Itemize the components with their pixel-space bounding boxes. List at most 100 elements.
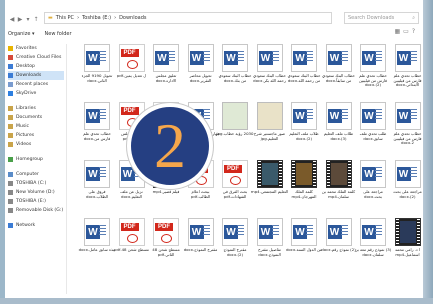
nav-item[interactable]: Computer (8, 170, 64, 179)
file-item[interactable]: W مقترح النموذج.docx (183, 218, 219, 270)
back-arrow-icon[interactable]: ◀ (8, 14, 16, 24)
nav-item[interactable]: SkyDrive (8, 89, 64, 98)
file-item[interactable]: W تحويل محاضر التقرير.docx (183, 44, 219, 96)
drive-icon (8, 181, 13, 186)
file-item[interactable]: W تعليق مجلس الاداره.docx (148, 44, 184, 96)
word-document-icon: W (394, 160, 421, 188)
nav-item[interactable]: Removable Disk (G:) (8, 206, 64, 215)
word-document-icon: W (153, 44, 179, 72)
file-name: خطاب البنك سعودي من سابقاً.docx (322, 74, 355, 83)
file-name: طلاب ملف التعليم (2).docx (289, 132, 319, 141)
pdf-document-icon: PDF (118, 44, 145, 72)
file-item[interactable]: ا د. رامي محمد اسماعيل.mp4 (390, 218, 426, 270)
file-item[interactable]: صور ماجستير شرح التعليم.jpg (252, 102, 288, 154)
word-document-icon: W (256, 218, 283, 246)
file-item[interactable]: PDF مسطح شحن 48.pdf (114, 218, 150, 270)
file-name: فيلم قصير.mp4 (152, 190, 180, 194)
file-item[interactable]: التعليم المجتمعي.mp4 (251, 160, 288, 212)
file-item[interactable]: W خطاب تحدي علم فارس من فيليبين الابتدائي… (390, 44, 426, 96)
change-view-icon[interactable]: ▦ (394, 28, 400, 35)
file-item[interactable]: W خطاب البنك سعودي من بنك.docx (217, 44, 253, 96)
nav-item[interactable]: Creative Cloud Files (8, 53, 64, 62)
file-item[interactable]: PDF بحث الفرق في الشهادات.pdf (217, 160, 253, 212)
nav-item[interactable]: Favorites (8, 44, 64, 53)
nav-item[interactable]: Pictures (8, 131, 64, 140)
help-icon[interactable]: ? (412, 28, 415, 35)
word-document-icon: W (84, 44, 110, 72)
file-item[interactable]: W خطاب البنك سعودي رحمه الله بكر.docx (252, 44, 288, 96)
nav-item-label: Documents (16, 115, 43, 120)
breadcrumb[interactable]: ▬ This PC › Toshiba (E:) › Downloads (44, 12, 332, 24)
file-name: من الدول الستة.docx (285, 248, 323, 252)
file-item[interactable]: W خطاب البنك سعودي من سابقاً.docx (321, 44, 357, 96)
preview-pane-icon[interactable]: ▭ (403, 28, 409, 35)
nav-item[interactable]: Music (8, 122, 64, 131)
nav-item[interactable]: Recent places (8, 80, 64, 89)
breadcrumb-item-drive[interactable]: Toshiba (E:) (82, 15, 111, 21)
image-thumbnail-icon (222, 102, 248, 130)
file-item[interactable]: W خطاب تحدي علم فارس من فيليبين (2).docx (355, 44, 391, 96)
file-item[interactable]: كلمة الملك محمد بن سلمان.mp4 (321, 160, 357, 212)
file-item[interactable]: كلمة الملك المهرجان.mp4 (286, 160, 322, 212)
file-name: كلمة الملك محمد بن سلمان.mp4 (321, 190, 356, 199)
new-folder-button[interactable]: New folder (45, 31, 72, 37)
file-item[interactable]: W خطاب تحدي علم فارس من فيليبين 2.docx (390, 102, 426, 154)
nav-item[interactable]: TOSHIBA (E:) (8, 197, 64, 206)
forward-arrow-icon[interactable]: ▶ (16, 14, 24, 24)
nav-item[interactable]: Network (8, 221, 64, 230)
file-name: فروق على الطلاب.docx (86, 190, 108, 199)
pane-divider[interactable] (66, 44, 67, 294)
nav-item[interactable]: TOSHIBA (C:) (8, 179, 64, 188)
file-item[interactable]: W تحويل 9190 الجزء الثاني.docx (79, 44, 115, 96)
video-thumbnail-icon (394, 218, 421, 246)
file-item[interactable]: W نبذة سابق عامل.docx (79, 218, 115, 270)
file-item[interactable]: W مقترح النموذج (2).docx (217, 218, 253, 270)
file-item[interactable]: W طلب تحدي ملف سابق.docx (355, 102, 391, 154)
nav-item-label: Recent places (16, 82, 49, 87)
recent-dropdown-icon[interactable]: ▾ (24, 14, 32, 24)
file-name: خطاب البنك سعودي رحمه الله بكر.docx (253, 74, 286, 83)
file-item[interactable]: W من الدول الستة.docx (286, 218, 322, 270)
file-item[interactable]: W (3) نموذج رقم معه بن سلمان.docx (355, 218, 391, 270)
file-item[interactable]: PDF ل تعديل يمين.pdf (114, 44, 150, 96)
nav-item[interactable]: Libraries (8, 104, 64, 113)
nav-item[interactable]: Downloads (8, 71, 64, 80)
file-item[interactable]: PDF مسطح شحن 48 الثاني.pdf (148, 218, 184, 270)
file-item[interactable]: W مراجعة على بحث.docx (355, 160, 391, 212)
right-bezel (423, 0, 433, 304)
search-icon: ⌕ (412, 15, 415, 21)
nav-item-label: TOSHIBA (E:) (16, 199, 46, 204)
nav-item[interactable]: Homegroup (8, 155, 64, 164)
drive-icon (8, 199, 13, 204)
file-name: مسطح شحن 48 الثاني.pdf (152, 248, 180, 257)
file-name: خطاب البنك سعودي من بنك.docx (218, 74, 252, 83)
word-document-icon: W (291, 218, 317, 246)
file-item[interactable]: W فروق على الطلاب.docx (79, 160, 115, 212)
breadcrumb-item-downloads[interactable]: Downloads (119, 15, 146, 21)
word-document-icon: W (222, 218, 248, 246)
organize-button[interactable]: Organize ▾ (8, 31, 35, 37)
nav-item[interactable]: Videos (8, 140, 64, 149)
file-item[interactable]: W طلاب ملف التعليم (3).docx (321, 102, 357, 154)
desktop-icon (8, 64, 13, 69)
file-name: (2) نموذج رقم.docx (321, 248, 356, 252)
file-name: خطاب تحدي علم فارس من فيليبين (2).docx (359, 74, 387, 88)
search-input[interactable]: Search Downloads ⌕ (344, 12, 419, 24)
file-item[interactable]: W طلاب ملف التعليم (2).docx (286, 102, 322, 154)
file-item[interactable]: W تفاصيل مقترح النموذج.docx (252, 218, 288, 270)
file-item[interactable]: W (2) نموذج رقم.docx (321, 218, 357, 270)
file-item[interactable]: W خطاب البنك سعودي من رحمه الله.docx (286, 44, 322, 96)
up-arrow-icon[interactable]: ↑ (32, 14, 40, 24)
network-icon (8, 223, 13, 228)
file-item[interactable]: W مراجعة على بحث (2).docx (390, 160, 426, 212)
file-name: نبذة سابق عامل.docx (78, 248, 116, 252)
pdf-document-icon: PDF (222, 160, 248, 188)
file-item[interactable]: 2030 رؤية خطاب.jpg (216, 102, 254, 154)
nav-item[interactable]: Desktop (8, 62, 64, 71)
nav-item[interactable]: New Volume (D:) (8, 188, 64, 197)
nav-item-label: Libraries (16, 106, 36, 111)
word-document-icon: W (222, 44, 248, 72)
breadcrumb-item-this-pc[interactable]: This PC (56, 15, 74, 21)
nav-item[interactable]: Documents (8, 113, 64, 122)
file-item[interactable]: W خطاب تحدي علم فارس من.docx (79, 102, 115, 154)
